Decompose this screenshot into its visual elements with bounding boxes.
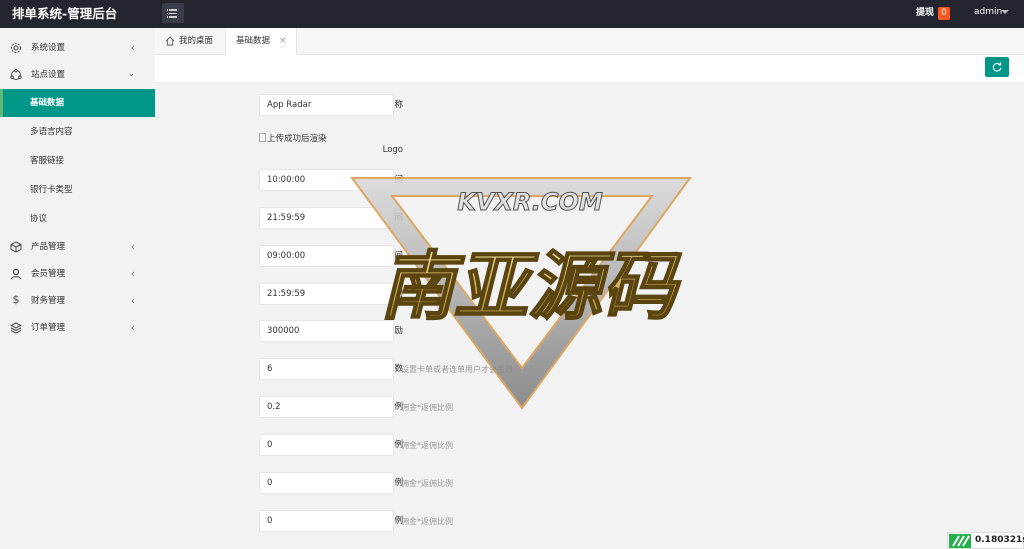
caret-down-icon[interactable] (1001, 10, 1009, 14)
menu-toggle-button[interactable] (162, 3, 184, 23)
sidebar-item-label: 产品管理 (31, 242, 66, 252)
form-row-rebate-multiple: *返佣倍数 设置卡单或者连单用户才会生效 (155, 358, 1024, 388)
chevron-left-icon: ‹ (130, 240, 135, 253)
home-icon (165, 36, 175, 46)
form-row-open-time: *开盘时间 (155, 169, 1024, 199)
sidebar-item-label: 站点设置 (31, 70, 66, 80)
tab-bar: 我的桌面 基础数据 × (155, 28, 1024, 55)
sidebar-item-bank-card-type[interactable]: 银行卡类型 (0, 176, 155, 204)
sidebar-item-label: 会员管理 (31, 269, 66, 279)
withdraw-start-input[interactable] (259, 245, 394, 267)
sidebar-item-label: 基础数据 (30, 98, 65, 108)
form-row-close-time: *闭盘时间 (155, 207, 1024, 237)
form-row-rebate-1: *一级返佣比例 佣金*返佣比例 (155, 396, 1024, 426)
rebate-level-1-input[interactable] (259, 396, 394, 418)
sidebar-item-products[interactable]: 产品管理 ‹ (0, 233, 155, 261)
rebate-level-4-input[interactable] (259, 510, 394, 532)
broken-image-icon (259, 133, 266, 142)
form-row-withdraw-start: *提现-开始时间 (155, 245, 1024, 275)
field-hint: 佣金*返佣比例 (401, 441, 453, 450)
tab-label: 基础数据 (236, 36, 271, 46)
tab-home[interactable]: 我的桌面 (155, 28, 225, 55)
sidebar-item-service-link[interactable]: 客服链接 (0, 147, 155, 175)
dollar-icon: $ (12, 293, 20, 306)
open-time-input[interactable] (259, 169, 394, 191)
chevron-left-icon: ‹ (130, 321, 135, 334)
withdraw-link[interactable]: 提现 (916, 0, 934, 28)
cube-icon (10, 241, 22, 253)
form-row-register-reward: *注册奖励 (155, 320, 1024, 350)
logo-image[interactable]: 上传成功后渲染 (259, 132, 327, 146)
withdraw-count-badge: 0 (938, 7, 950, 20)
sidebar-item-label: 系统设置 (31, 43, 66, 53)
close-icon[interactable]: × (279, 28, 287, 55)
sidebar-item-orders[interactable]: 订单管理 ‹ (0, 314, 155, 342)
sidebar-item-finance[interactable]: $ 财务管理 ‹ (0, 287, 155, 315)
chevron-down-icon: ⌄ (127, 69, 135, 79)
chevron-left-icon: ‹ (130, 294, 135, 307)
form-row-app-name: *APP名称 (155, 94, 1024, 124)
sidebar-item-label: 银行卡类型 (30, 185, 73, 195)
page-toolbar (155, 55, 1024, 83)
order-icon (10, 322, 22, 334)
sidebar: 系统设置 ‹ 站点设置 ⌄ 基础数据 多语言内容 客服链接 银行卡类型 协议 产… (0, 28, 155, 549)
menu-icon (166, 9, 177, 11)
timer-logo-icon (949, 534, 971, 548)
field-label: Logo (382, 145, 403, 155)
tab-basic-data[interactable]: 基础数据 × (225, 28, 297, 55)
sidebar-item-basic-data[interactable]: 基础数据 (0, 89, 155, 117)
rebate-level-3-input[interactable] (259, 472, 394, 494)
form-row-rebate-2: *二级返佣比例 佣金*返佣比例 (155, 434, 1024, 464)
sidebar-item-label: 订单管理 (31, 323, 66, 333)
app-name-input[interactable] (259, 94, 394, 116)
sidebar-item-site-settings[interactable]: 站点设置 ⌄ (0, 61, 155, 89)
sidebar-item-label: 协议 (30, 214, 48, 224)
user-menu[interactable]: admin (974, 0, 1002, 28)
form-row-rebate-4: *四级返佣比例 佣金*返佣比例 (155, 510, 1024, 540)
sidebar-item-agreement[interactable]: 协议 (0, 205, 155, 233)
refresh-button[interactable] (985, 57, 1009, 77)
form-row-logo: Logo 上传成功后渲染 (155, 132, 1024, 162)
field-hint: 佣金*返佣比例 (401, 517, 453, 526)
gear-icon (11, 43, 21, 53)
field-hint: 佣金*返佣比例 (401, 479, 453, 488)
app-title: 排单系统-管理后台 (12, 6, 118, 21)
refresh-icon (992, 62, 1002, 72)
form-row-rebate-3: *三级返佣比例 佣金*返佣比例 (155, 472, 1024, 502)
chevron-left-icon: ‹ (130, 41, 135, 54)
sidebar-item-label: 财务管理 (31, 296, 66, 306)
withdraw-end-input[interactable] (259, 283, 394, 305)
close-time-input[interactable] (259, 207, 394, 229)
rebate-multiple-input[interactable] (259, 358, 394, 380)
field-hint: 佣金*返佣比例 (401, 403, 453, 412)
sidebar-item-system-settings[interactable]: 系统设置 ‹ (0, 34, 155, 62)
top-bar: 排单系统-管理后台 提现 0 admin (0, 0, 1024, 28)
register-reward-input[interactable] (259, 320, 394, 342)
tab-label: 我的桌面 (179, 36, 214, 46)
form-row-withdraw-end: *提现-结束时间 (155, 283, 1024, 313)
sidebar-item-multilang[interactable]: 多语言内容 (0, 118, 155, 146)
rebate-level-2-input[interactable] (259, 434, 394, 456)
sidebar-item-label: 多语言内容 (30, 127, 73, 137)
user-icon (10, 268, 22, 280)
site-icon (10, 69, 22, 80)
field-hint: 设置卡单或者连单用户才会生效 (401, 365, 513, 374)
chevron-left-icon: ‹ (130, 267, 135, 280)
sidebar-item-label: 客服链接 (30, 156, 65, 166)
basic-data-form: *APP名称 Logo 上传成功后渲染 *开盘时间 *闭盘时间 *提现-开始时间… (155, 83, 1024, 549)
debug-timer: 0.180321s (947, 532, 1024, 549)
sidebar-item-members[interactable]: 会员管理 ‹ (0, 260, 155, 288)
timer-value: 0.180321s (975, 535, 1024, 545)
